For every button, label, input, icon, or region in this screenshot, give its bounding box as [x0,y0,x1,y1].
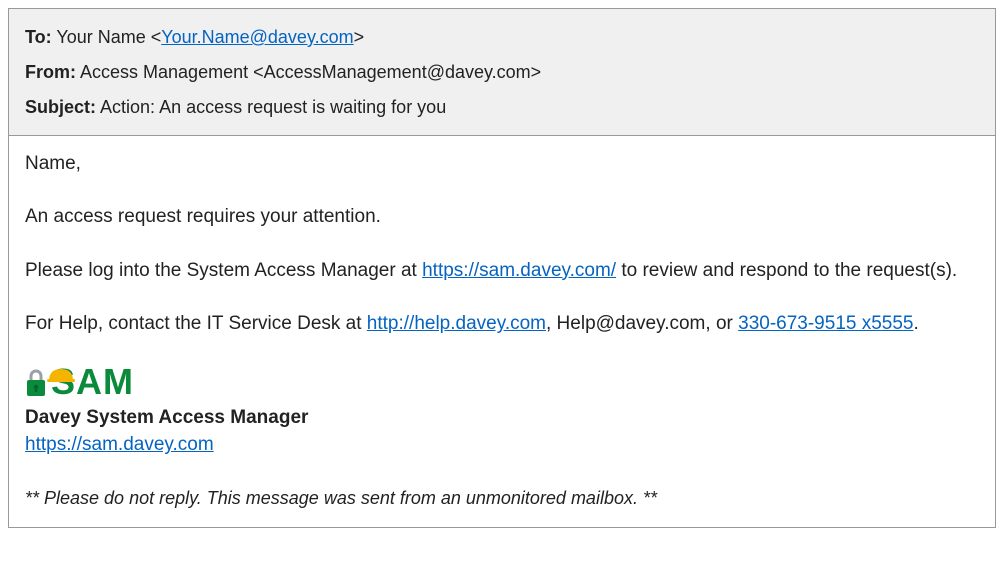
help-url-link[interactable]: http://help.davey.com [367,313,546,334]
hardhat-icon [47,353,75,369]
line2-pre: Please log into the System Access Manage… [25,260,422,281]
email-body: Name, An access request requires your at… [9,136,995,527]
line3-pre: For Help, contact the IT Service Desk at [25,313,367,334]
greeting: Name, [25,150,979,178]
subject-value: Action: An access request is waiting for… [100,97,446,117]
to-open: < [151,27,162,47]
header-to-line: To: Your Name <Your.Name@davey.com> [25,25,979,50]
signature-link-wrap: https://sam.davey.com [25,431,979,459]
to-name: Your Name [56,27,150,47]
line2-post: to review and respond to the request(s). [616,260,957,281]
email-container: To: Your Name <Your.Name@davey.com> From… [8,8,996,528]
signature-title: Davey System Access Manager [25,404,979,432]
to-close: > [354,27,365,47]
email-header: To: Your Name <Your.Name@davey.com> From… [9,9,995,136]
from-label: From: [25,62,76,82]
line3-mid: , Help@davey.com, or [546,313,738,334]
from-value: Access Management <AccessManagement@dave… [80,62,541,82]
body-line-2: Please log into the System Access Manage… [25,257,979,285]
body-line-3: For Help, contact the IT Service Desk at… [25,310,979,338]
body-line-1: An access request requires your attentio… [25,203,979,231]
help-phone-link[interactable]: 330-673-9515 x5555 [738,313,913,334]
header-from-line: From: Access Management <AccessManagemen… [25,60,979,85]
sam-wordmark: SAM [51,364,134,400]
sam-url-link[interactable]: https://sam.davey.com/ [422,260,616,281]
subject-label: Subject: [25,97,96,117]
to-email-link[interactable]: Your.Name@davey.com [161,27,353,47]
header-subject-line: Subject: Action: An access request is wa… [25,95,979,120]
footnote: ** Please do not reply. This message was… [25,485,979,511]
signature-link[interactable]: https://sam.davey.com [25,434,214,455]
to-label: To: [25,27,52,47]
lock-icon [25,368,47,398]
sam-logo: SAM [25,364,979,400]
line3-end: . [914,313,919,334]
